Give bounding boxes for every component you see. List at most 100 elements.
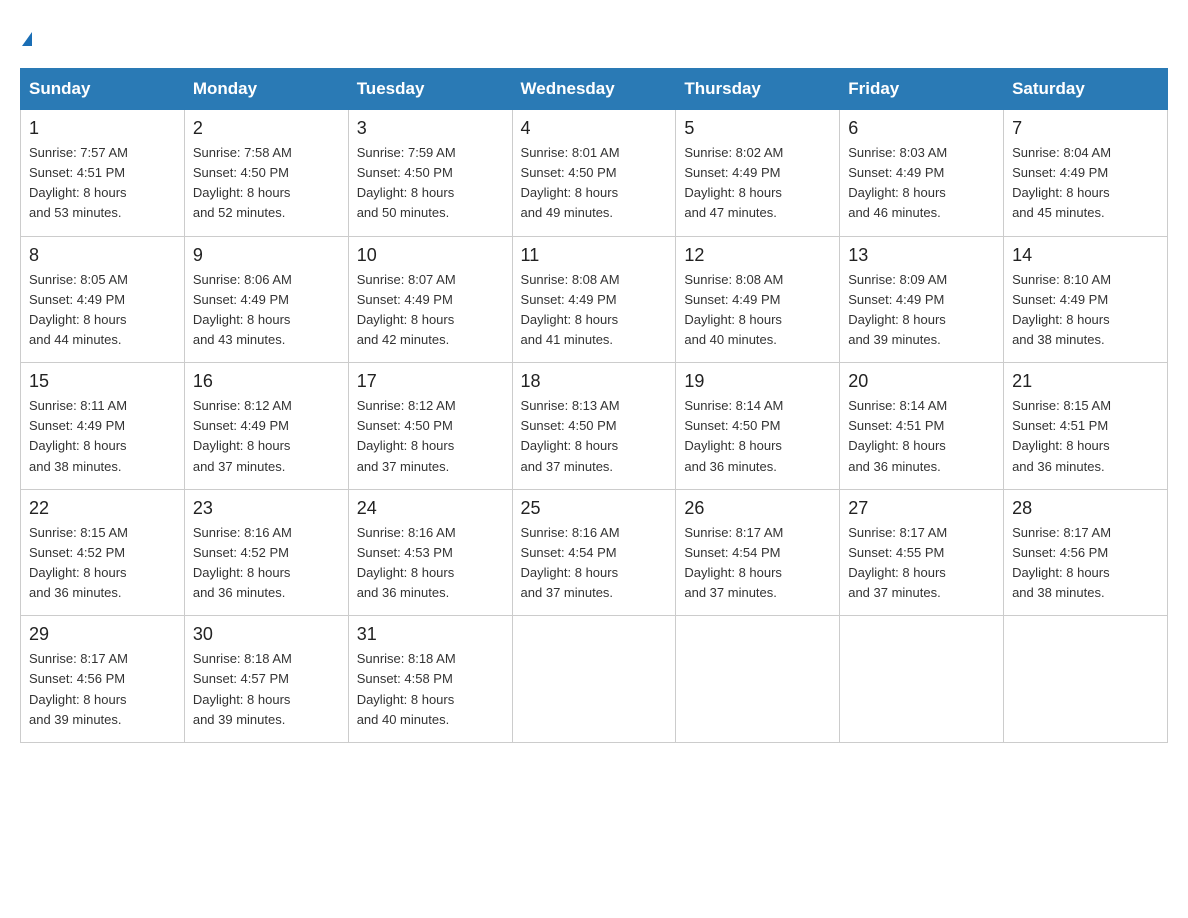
col-monday: Monday bbox=[184, 69, 348, 110]
logo-triangle-icon bbox=[22, 32, 32, 46]
calendar-day: 26 Sunrise: 8:17 AMSunset: 4:54 PMDaylig… bbox=[676, 489, 840, 616]
col-sunday: Sunday bbox=[21, 69, 185, 110]
col-tuesday: Tuesday bbox=[348, 69, 512, 110]
day-info: Sunrise: 8:08 AMSunset: 4:49 PMDaylight:… bbox=[684, 270, 831, 351]
calendar-day: 25 Sunrise: 8:16 AMSunset: 4:54 PMDaylig… bbox=[512, 489, 676, 616]
day-info: Sunrise: 8:18 AMSunset: 4:57 PMDaylight:… bbox=[193, 649, 340, 730]
calendar-day: 1 Sunrise: 7:57 AMSunset: 4:51 PMDayligh… bbox=[21, 110, 185, 237]
day-info: Sunrise: 8:13 AMSunset: 4:50 PMDaylight:… bbox=[521, 396, 668, 477]
calendar-day: 18 Sunrise: 8:13 AMSunset: 4:50 PMDaylig… bbox=[512, 363, 676, 490]
day-info: Sunrise: 8:16 AMSunset: 4:52 PMDaylight:… bbox=[193, 523, 340, 604]
calendar-week-3: 15 Sunrise: 8:11 AMSunset: 4:49 PMDaylig… bbox=[21, 363, 1168, 490]
calendar-table: Sunday Monday Tuesday Wednesday Thursday… bbox=[20, 68, 1168, 743]
day-info: Sunrise: 8:16 AMSunset: 4:54 PMDaylight:… bbox=[521, 523, 668, 604]
day-number: 1 bbox=[29, 118, 176, 139]
calendar-day: 5 Sunrise: 8:02 AMSunset: 4:49 PMDayligh… bbox=[676, 110, 840, 237]
calendar-body: 1 Sunrise: 7:57 AMSunset: 4:51 PMDayligh… bbox=[21, 110, 1168, 743]
col-saturday: Saturday bbox=[1004, 69, 1168, 110]
day-number: 26 bbox=[684, 498, 831, 519]
day-number: 8 bbox=[29, 245, 176, 266]
day-info: Sunrise: 8:09 AMSunset: 4:49 PMDaylight:… bbox=[848, 270, 995, 351]
day-number: 14 bbox=[1012, 245, 1159, 266]
calendar-week-4: 22 Sunrise: 8:15 AMSunset: 4:52 PMDaylig… bbox=[21, 489, 1168, 616]
header-row: Sunday Monday Tuesday Wednesday Thursday… bbox=[21, 69, 1168, 110]
day-number: 28 bbox=[1012, 498, 1159, 519]
day-number: 22 bbox=[29, 498, 176, 519]
day-info: Sunrise: 8:08 AMSunset: 4:49 PMDaylight:… bbox=[521, 270, 668, 351]
day-info: Sunrise: 8:07 AMSunset: 4:49 PMDaylight:… bbox=[357, 270, 504, 351]
day-number: 10 bbox=[357, 245, 504, 266]
day-info: Sunrise: 8:17 AMSunset: 4:54 PMDaylight:… bbox=[684, 523, 831, 604]
day-number: 23 bbox=[193, 498, 340, 519]
day-number: 31 bbox=[357, 624, 504, 645]
calendar-day: 2 Sunrise: 7:58 AMSunset: 4:50 PMDayligh… bbox=[184, 110, 348, 237]
calendar-day bbox=[840, 616, 1004, 743]
day-info: Sunrise: 8:06 AMSunset: 4:49 PMDaylight:… bbox=[193, 270, 340, 351]
day-info: Sunrise: 8:17 AMSunset: 4:56 PMDaylight:… bbox=[29, 649, 176, 730]
calendar-day: 22 Sunrise: 8:15 AMSunset: 4:52 PMDaylig… bbox=[21, 489, 185, 616]
day-info: Sunrise: 7:59 AMSunset: 4:50 PMDaylight:… bbox=[357, 143, 504, 224]
day-number: 21 bbox=[1012, 371, 1159, 392]
day-number: 16 bbox=[193, 371, 340, 392]
day-number: 25 bbox=[521, 498, 668, 519]
logo-top bbox=[20, 20, 32, 48]
day-info: Sunrise: 8:11 AMSunset: 4:49 PMDaylight:… bbox=[29, 396, 176, 477]
day-info: Sunrise: 8:01 AMSunset: 4:50 PMDaylight:… bbox=[521, 143, 668, 224]
calendar-day: 13 Sunrise: 8:09 AMSunset: 4:49 PMDaylig… bbox=[840, 236, 1004, 363]
calendar-day bbox=[676, 616, 840, 743]
calendar-day: 21 Sunrise: 8:15 AMSunset: 4:51 PMDaylig… bbox=[1004, 363, 1168, 490]
day-number: 18 bbox=[521, 371, 668, 392]
day-number: 27 bbox=[848, 498, 995, 519]
day-info: Sunrise: 7:58 AMSunset: 4:50 PMDaylight:… bbox=[193, 143, 340, 224]
day-number: 20 bbox=[848, 371, 995, 392]
day-number: 5 bbox=[684, 118, 831, 139]
calendar-day bbox=[512, 616, 676, 743]
calendar-week-1: 1 Sunrise: 7:57 AMSunset: 4:51 PMDayligh… bbox=[21, 110, 1168, 237]
calendar-day: 16 Sunrise: 8:12 AMSunset: 4:49 PMDaylig… bbox=[184, 363, 348, 490]
day-info: Sunrise: 8:14 AMSunset: 4:51 PMDaylight:… bbox=[848, 396, 995, 477]
calendar-day: 19 Sunrise: 8:14 AMSunset: 4:50 PMDaylig… bbox=[676, 363, 840, 490]
day-info: Sunrise: 8:14 AMSunset: 4:50 PMDaylight:… bbox=[684, 396, 831, 477]
day-number: 13 bbox=[848, 245, 995, 266]
calendar-day: 29 Sunrise: 8:17 AMSunset: 4:56 PMDaylig… bbox=[21, 616, 185, 743]
calendar-day: 10 Sunrise: 8:07 AMSunset: 4:49 PMDaylig… bbox=[348, 236, 512, 363]
calendar-day: 9 Sunrise: 8:06 AMSunset: 4:49 PMDayligh… bbox=[184, 236, 348, 363]
day-number: 12 bbox=[684, 245, 831, 266]
day-number: 11 bbox=[521, 245, 668, 266]
calendar-day: 24 Sunrise: 8:16 AMSunset: 4:53 PMDaylig… bbox=[348, 489, 512, 616]
calendar-day: 20 Sunrise: 8:14 AMSunset: 4:51 PMDaylig… bbox=[840, 363, 1004, 490]
day-number: 24 bbox=[357, 498, 504, 519]
calendar-day: 17 Sunrise: 8:12 AMSunset: 4:50 PMDaylig… bbox=[348, 363, 512, 490]
day-number: 4 bbox=[521, 118, 668, 139]
day-info: Sunrise: 8:05 AMSunset: 4:49 PMDaylight:… bbox=[29, 270, 176, 351]
day-number: 30 bbox=[193, 624, 340, 645]
day-number: 9 bbox=[193, 245, 340, 266]
day-info: Sunrise: 8:03 AMSunset: 4:49 PMDaylight:… bbox=[848, 143, 995, 224]
day-info: Sunrise: 8:12 AMSunset: 4:50 PMDaylight:… bbox=[357, 396, 504, 477]
calendar-week-2: 8 Sunrise: 8:05 AMSunset: 4:49 PMDayligh… bbox=[21, 236, 1168, 363]
calendar-day: 14 Sunrise: 8:10 AMSunset: 4:49 PMDaylig… bbox=[1004, 236, 1168, 363]
day-info: Sunrise: 8:15 AMSunset: 4:51 PMDaylight:… bbox=[1012, 396, 1159, 477]
day-info: Sunrise: 8:04 AMSunset: 4:49 PMDaylight:… bbox=[1012, 143, 1159, 224]
calendar-week-5: 29 Sunrise: 8:17 AMSunset: 4:56 PMDaylig… bbox=[21, 616, 1168, 743]
day-info: Sunrise: 8:15 AMSunset: 4:52 PMDaylight:… bbox=[29, 523, 176, 604]
day-number: 15 bbox=[29, 371, 176, 392]
day-info: Sunrise: 8:17 AMSunset: 4:55 PMDaylight:… bbox=[848, 523, 995, 604]
logo bbox=[20, 20, 32, 48]
calendar-day: 27 Sunrise: 8:17 AMSunset: 4:55 PMDaylig… bbox=[840, 489, 1004, 616]
day-number: 3 bbox=[357, 118, 504, 139]
col-wednesday: Wednesday bbox=[512, 69, 676, 110]
day-number: 29 bbox=[29, 624, 176, 645]
day-number: 17 bbox=[357, 371, 504, 392]
col-friday: Friday bbox=[840, 69, 1004, 110]
calendar-day: 30 Sunrise: 8:18 AMSunset: 4:57 PMDaylig… bbox=[184, 616, 348, 743]
calendar-day: 4 Sunrise: 8:01 AMSunset: 4:50 PMDayligh… bbox=[512, 110, 676, 237]
day-number: 19 bbox=[684, 371, 831, 392]
day-info: Sunrise: 8:16 AMSunset: 4:53 PMDaylight:… bbox=[357, 523, 504, 604]
calendar-day: 28 Sunrise: 8:17 AMSunset: 4:56 PMDaylig… bbox=[1004, 489, 1168, 616]
day-number: 2 bbox=[193, 118, 340, 139]
day-info: Sunrise: 8:02 AMSunset: 4:49 PMDaylight:… bbox=[684, 143, 831, 224]
calendar-day: 6 Sunrise: 8:03 AMSunset: 4:49 PMDayligh… bbox=[840, 110, 1004, 237]
col-thursday: Thursday bbox=[676, 69, 840, 110]
day-info: Sunrise: 8:18 AMSunset: 4:58 PMDaylight:… bbox=[357, 649, 504, 730]
